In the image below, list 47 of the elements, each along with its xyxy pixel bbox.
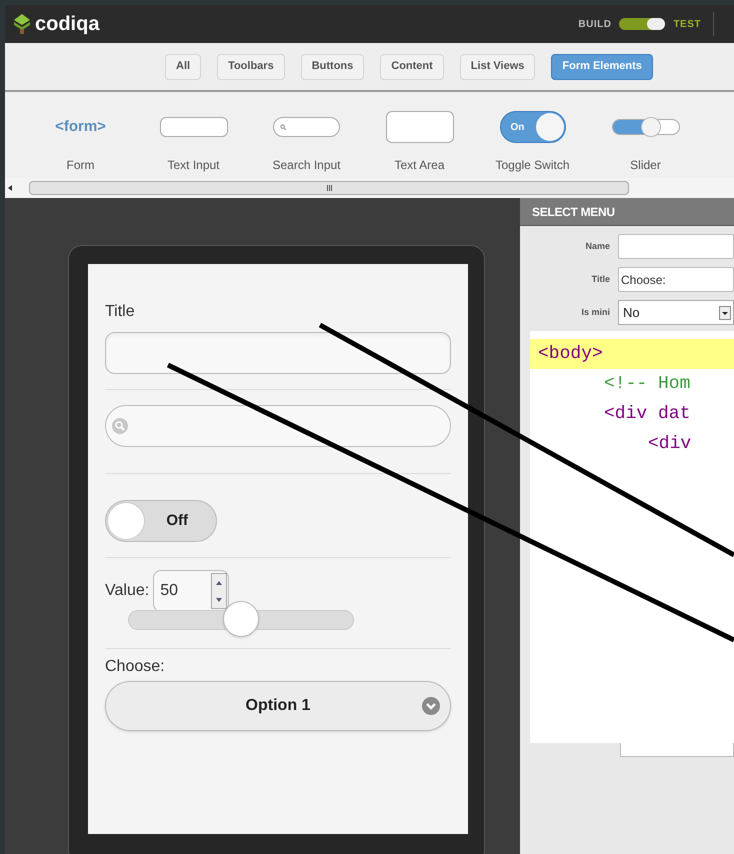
palette-label: Form xyxy=(66,157,94,174)
number-input[interactable]: 50 xyxy=(153,570,230,612)
palette-label: Search Input xyxy=(272,157,341,174)
search-input[interactable] xyxy=(105,405,451,447)
horizontal-scrollbar[interactable] xyxy=(5,178,734,198)
search-icon xyxy=(112,418,128,434)
code-line: <div xyxy=(648,432,692,456)
text-field[interactable] xyxy=(618,234,734,259)
select-field[interactable]: No xyxy=(618,300,734,325)
filter-tab[interactable]: All xyxy=(165,54,202,80)
form-tag-preview: <form> xyxy=(55,116,106,137)
field-label: Value: xyxy=(105,581,150,601)
code-line: <div dat xyxy=(604,402,690,426)
filter-tab[interactable]: List Views xyxy=(460,54,536,80)
palette-label: Slider xyxy=(630,157,661,174)
text-area-icon[interactable] xyxy=(386,111,454,143)
search-input-icon[interactable] xyxy=(273,117,340,137)
palette-label: Toggle Switch xyxy=(495,157,570,174)
slider-thumb[interactable] xyxy=(223,601,259,637)
code-line: <body> xyxy=(538,342,603,366)
text-input-icon[interactable] xyxy=(160,117,228,137)
tree-logo-icon xyxy=(13,14,31,34)
field-label: Choose: xyxy=(105,657,166,677)
field-label: Title xyxy=(590,272,610,286)
spinner-arrows-icon[interactable] xyxy=(211,573,228,609)
text-input[interactable] xyxy=(105,332,451,374)
scrollbar-thumb[interactable] xyxy=(29,181,629,195)
field-label: Title xyxy=(105,302,136,322)
mode-label: TEST xyxy=(673,18,701,32)
palette-label: Text Input xyxy=(167,157,220,174)
slider-icon[interactable] xyxy=(612,119,680,135)
filter-tab[interactable]: Toolbars xyxy=(217,54,285,80)
mode-switch[interactable] xyxy=(619,18,666,30)
filter-tab[interactable]: Content xyxy=(380,54,444,80)
field-label: Name xyxy=(584,240,610,253)
select-menu[interactable]: Option 1 xyxy=(105,681,451,731)
toggle-switch[interactable]: Off xyxy=(105,500,217,542)
logo-text: codiqa xyxy=(35,12,100,37)
chevron-down-icon xyxy=(422,697,440,715)
field-label: Is mini xyxy=(580,306,610,319)
panel-title: SELECT MENU xyxy=(520,198,734,226)
text-field[interactable]: Choose: xyxy=(618,267,734,292)
filter-tab[interactable]: Buttons xyxy=(300,54,364,80)
palette-label: Text Area xyxy=(394,157,445,174)
code-line: <!-- Hom xyxy=(604,372,690,396)
text-field[interactable] xyxy=(620,743,734,757)
mode-label: BUILD xyxy=(578,18,612,32)
